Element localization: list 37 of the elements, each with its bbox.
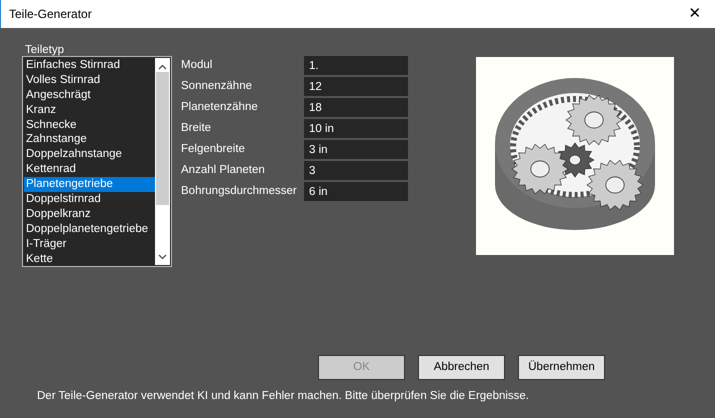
scroll-up-icon[interactable] bbox=[158, 64, 167, 70]
scrollbar-thumb[interactable] bbox=[156, 72, 169, 205]
list-item[interactable]: Schnecke bbox=[24, 118, 155, 132]
field-label: Planetenzähne bbox=[181, 100, 259, 115]
list-item[interactable]: Doppelkranz bbox=[24, 206, 155, 222]
list-item[interactable]: Kettenrad bbox=[24, 162, 155, 178]
field-label: Felgenbreite bbox=[181, 142, 246, 157]
input-field[interactable]: 12 bbox=[304, 77, 408, 96]
list-item[interactable]: Planetengetriebe bbox=[24, 177, 155, 192]
close-button[interactable]: ✕ bbox=[675, 2, 715, 26]
field-label: Breite bbox=[181, 120, 212, 136]
list-item[interactable]: Doppelplanetengetriebe bbox=[24, 222, 155, 237]
list-item[interactable]: Kette bbox=[24, 252, 155, 265]
section-label: Teiletyp bbox=[25, 43, 65, 56]
input-field[interactable]: 1. bbox=[304, 56, 408, 75]
input-field[interactable]: 3 in bbox=[304, 140, 408, 159]
window-title: Teile-Generator bbox=[9, 6, 92, 23]
dialog-button[interactable]: Übernehmen bbox=[518, 355, 605, 380]
input-field[interactable]: 6 in bbox=[304, 182, 408, 201]
input-field[interactable]: 18 bbox=[304, 98, 408, 117]
list-item[interactable]: Doppelzahnstange bbox=[24, 147, 155, 162]
field-label: Sonnenzähne bbox=[181, 78, 253, 94]
field-label: Modul bbox=[181, 58, 214, 73]
list-item[interactable]: Kranz bbox=[24, 102, 155, 118]
footer-note: Der Teile-Generator verwendet KI und kann Fehler machen. Bitte überprüfen Sie die Ergebnisse. bbox=[37, 389, 530, 404]
list-item[interactable]: Zahnstange bbox=[24, 132, 155, 148]
dialog-button[interactable]: Abbrechen bbox=[418, 355, 505, 380]
list-item[interactable]: Angeschrägt bbox=[24, 88, 155, 103]
scroll-down-icon[interactable] bbox=[158, 254, 167, 260]
list-item[interactable]: Doppelstirnrad bbox=[24, 192, 155, 207]
list-item[interactable]: Einfaches Stirnrad bbox=[24, 58, 155, 73]
input-field[interactable]: 10 in bbox=[304, 119, 408, 138]
field-label: Anzahl Planeten bbox=[181, 162, 266, 178]
list-item[interactable]: Volles Stirnrad bbox=[24, 72, 155, 88]
field-label: Bohrungsdurchmesser bbox=[181, 184, 298, 199]
list-item[interactable]: I-Träger bbox=[24, 236, 155, 252]
input-field[interactable]: 3 bbox=[304, 161, 408, 180]
